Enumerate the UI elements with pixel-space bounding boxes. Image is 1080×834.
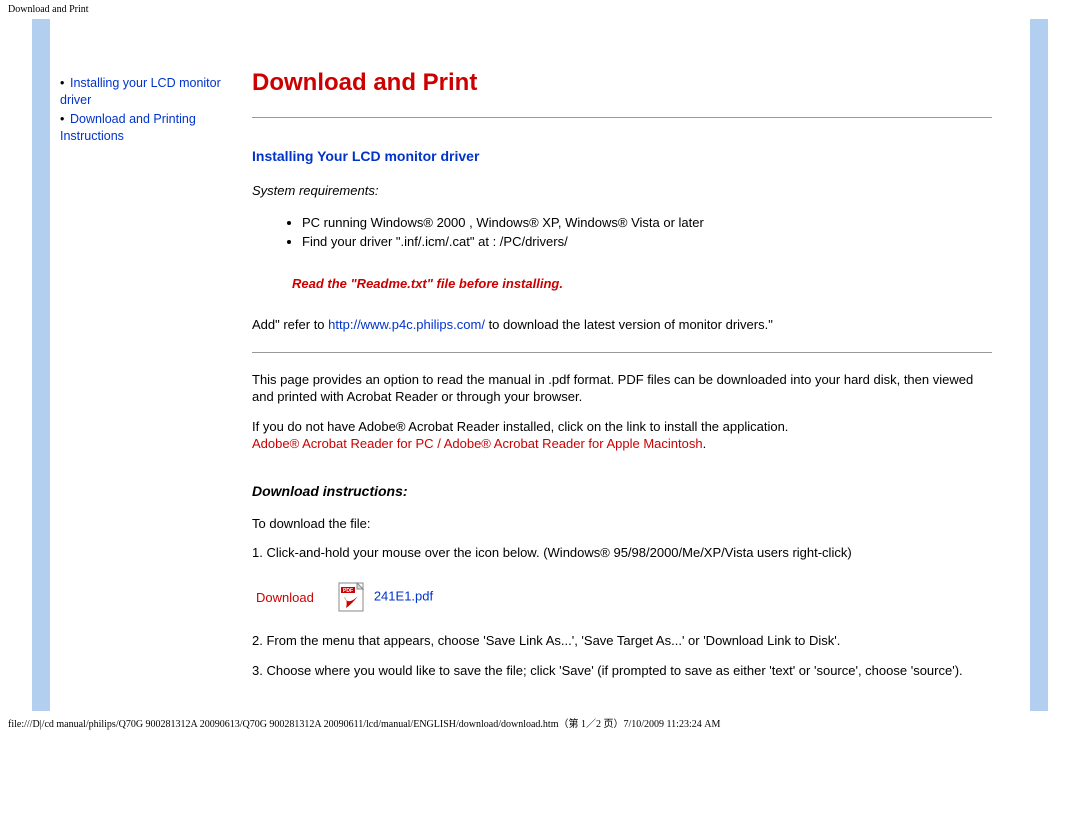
pdf-icon[interactable]: PDF [338,582,366,612]
acrobat-mac-link[interactable]: Adobe® Acrobat Reader for Apple Macintos… [444,436,703,451]
bullet-icon: • [60,75,70,92]
divider [252,117,992,118]
pdf-intro-text: This page provides an option to read the… [252,371,992,406]
list-item: PC running Windows® 2000 , Windows® XP, … [302,214,992,232]
svg-text:PDF: PDF [343,588,353,594]
text: / [434,436,444,451]
page-wrap: •Installing your LCD monitor driver •Dow… [32,19,1048,711]
sidebar: •Installing your LCD monitor driver •Dow… [50,19,242,711]
sidebar-item-download-instructions[interactable]: •Download and Printing Instructions [60,111,232,145]
sidebar-item-label: Download and Printing Instructions [60,112,196,143]
download-step-2: 2. From the menu that appears, choose 'S… [252,632,992,650]
right-stripe [1030,19,1048,711]
download-file-link[interactable]: 241E1.pdf [374,588,433,603]
list-item: Find your driver ".inf/.icm/.cat" at : /… [302,233,992,251]
text: If you do not have Adobe® Acrobat Reader… [252,419,788,434]
system-requirements-label: System requirements: [252,182,992,200]
text: to download the latest version of monito… [485,317,773,332]
readme-warning: Read the "Readme.txt" file before instal… [252,275,992,293]
sidebar-item-install-driver[interactable]: •Installing your LCD monitor driver [60,75,232,109]
download-file-group: PDF 241E1.pdf [338,582,433,612]
acrobat-paragraph: If you do not have Adobe® Acrobat Reader… [252,418,992,453]
section-download-instructions: Download instructions: [252,483,992,499]
acrobat-pc-link[interactable]: Adobe® Acrobat Reader for PC [252,436,434,451]
bullet-icon: • [60,111,70,128]
divider [252,352,992,353]
sidebar-item-label: Installing your LCD monitor driver [60,76,221,107]
system-requirements-list: PC running Windows® 2000 , Windows® XP, … [252,214,992,251]
section-installing-driver: Installing Your LCD monitor driver [252,148,992,164]
main-content: Download and Print Installing Your LCD m… [242,19,1030,711]
download-step-1: 1. Click-and-hold your mouse over the ic… [252,544,992,562]
download-step-3: 3. Choose where you would like to save t… [252,662,992,680]
header-path: Download and Print [0,0,1080,19]
text: . [703,436,707,451]
download-row: Download PDF 241E1.pdf [252,582,992,612]
philips-link[interactable]: http://www.p4c.philips.com/ [328,317,485,332]
footer-path: file:///D|/cd manual/philips/Q70G 900281… [0,711,1080,734]
add-refer-paragraph: Add" refer to http://www.p4c.philips.com… [252,316,992,334]
page-title: Download and Print [252,69,992,97]
download-label: Download [256,590,314,605]
download-intro: To download the file: [252,515,992,533]
text: Add" refer to [252,317,328,332]
left-stripe [32,19,50,711]
